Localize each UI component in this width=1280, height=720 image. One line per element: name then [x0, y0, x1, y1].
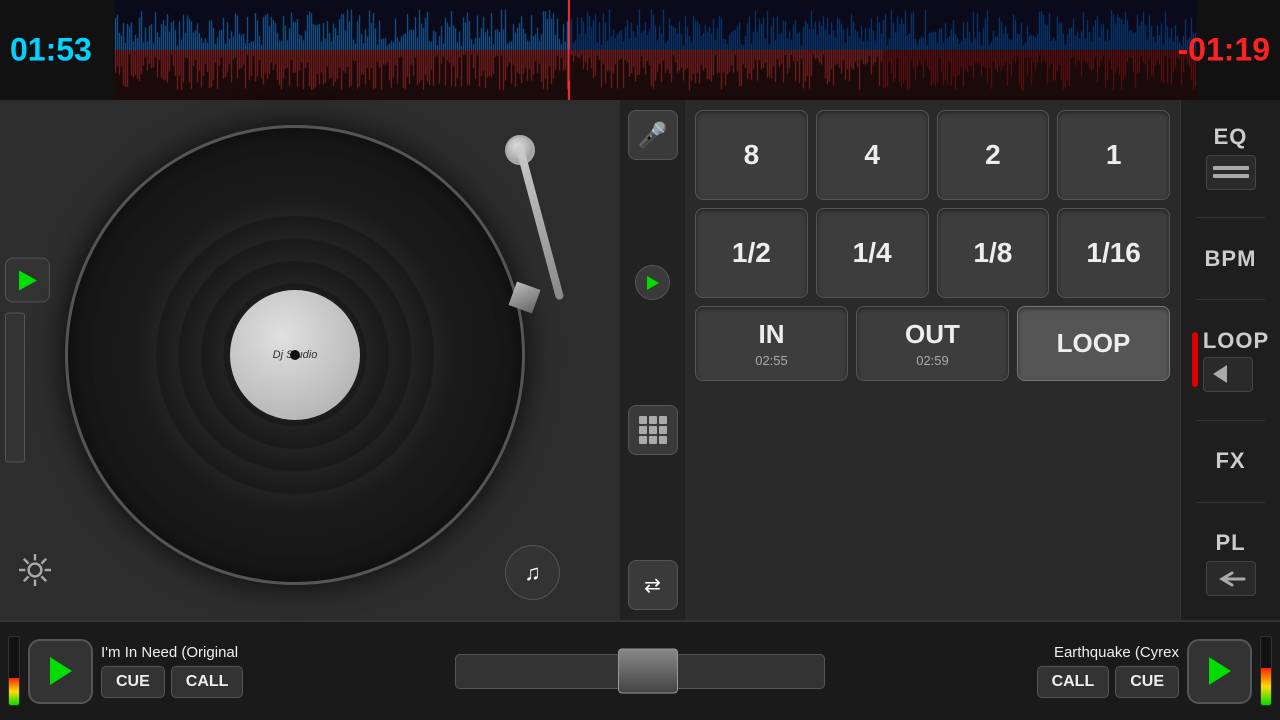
- grid-icon: [639, 416, 667, 444]
- play-icon-right: [1209, 657, 1231, 685]
- divider-4: [1196, 502, 1265, 503]
- right-cue-button[interactable]: CUE: [1115, 666, 1179, 698]
- loop-out-button[interactable]: OUT 02:59: [856, 306, 1009, 381]
- loop-icon: [1203, 357, 1253, 392]
- vinyl-center-hole: [290, 350, 300, 360]
- sidebar-item-loop[interactable]: LOOP: [1186, 328, 1276, 392]
- vu-meter-left: [8, 636, 20, 706]
- eq-icon: [1206, 155, 1256, 190]
- turntable-container: Dj Studio: [20, 110, 570, 600]
- loop-toggle-button[interactable]: LOOP: [1017, 306, 1170, 381]
- main-area: Dj Studio: [0, 100, 1280, 620]
- deck-info-left: I'm In Need (Original CUE CALL: [101, 644, 243, 698]
- loop-row-1: 8 4 2 1: [695, 110, 1170, 200]
- left-deck: I'm In Need (Original CUE CALL: [0, 636, 251, 706]
- pad-8[interactable]: 8: [695, 110, 808, 200]
- deck-info-right: Earthquake (Cyrex CALL CUE: [1037, 644, 1179, 698]
- left-track-title: I'm In Need (Original: [101, 644, 243, 661]
- mic-button[interactable]: 🎤: [628, 110, 678, 160]
- settings-button[interactable]: [15, 550, 65, 600]
- crossfader-section: [251, 654, 1028, 689]
- left-deck-buttons: CUE CALL: [101, 666, 243, 698]
- play-center-icon: [647, 276, 659, 290]
- tonearm-arm: [515, 144, 564, 301]
- pad-1[interactable]: 1: [1057, 110, 1170, 200]
- loop-action-row: IN 02:55 OUT 02:59 LOOP: [695, 306, 1170, 381]
- sidebar-item-eq[interactable]: EQ: [1186, 124, 1276, 190]
- right-track-title: Earthquake (Cyrex: [1054, 644, 1179, 661]
- crossfader-thumb[interactable]: [618, 649, 678, 694]
- sidebar-item-fx[interactable]: FX: [1186, 448, 1276, 474]
- divider-2: [1196, 299, 1265, 300]
- sidebar-item-pl[interactable]: PL: [1186, 530, 1276, 596]
- left-cue-button[interactable]: CUE: [101, 666, 165, 698]
- mic-icon: 🎤: [638, 121, 668, 150]
- fx-label: FX: [1215, 448, 1245, 474]
- waveform-canvas[interactable]: [115, 0, 1197, 100]
- pad-sixteenth[interactable]: 1/16: [1057, 208, 1170, 298]
- pad-quarter[interactable]: 1/4: [816, 208, 929, 298]
- divider-1: [1196, 217, 1265, 218]
- pad-4[interactable]: 4: [816, 110, 929, 200]
- pad-half[interactable]: 1/2: [695, 208, 808, 298]
- turntable-section: Dj Studio: [0, 100, 620, 620]
- pad-2[interactable]: 2: [937, 110, 1050, 200]
- shuffle-icon: ⇄: [644, 573, 661, 598]
- right-deck: Earthquake (Cyrex CALL CUE: [1029, 636, 1280, 706]
- right-call-button[interactable]: CALL: [1037, 666, 1110, 698]
- loop-section: 8 4 2 1 1/2 1/4 1/8 1/16 IN 02:55 OUT 02…: [685, 100, 1180, 620]
- bottom-bar: I'm In Need (Original CUE CALL Earthquak…: [0, 620, 1280, 720]
- tonearm: [390, 130, 540, 330]
- bpm-label: BPM: [1205, 246, 1257, 272]
- time-right: -01:19: [1178, 32, 1271, 69]
- tonearm-head: [508, 281, 540, 313]
- time-left: 01:53: [10, 32, 92, 69]
- loop-label: LOOP: [1203, 328, 1269, 353]
- play-icon-left: [50, 657, 72, 685]
- sidebar-item-bpm[interactable]: BPM: [1186, 246, 1276, 272]
- vu-fill-right: [1261, 668, 1271, 705]
- loop-row-2: 1/2 1/4 1/8 1/16: [695, 208, 1170, 298]
- divider-3: [1196, 420, 1265, 421]
- center-strip: 🎤 ⇄: [620, 100, 685, 620]
- left-call-button[interactable]: CALL: [171, 666, 244, 698]
- grid-button[interactable]: [628, 405, 678, 455]
- loop-active-indicator: [1192, 332, 1198, 387]
- back-icon: [1206, 561, 1256, 596]
- pad-eighth[interactable]: 1/8: [937, 208, 1050, 298]
- right-deck-buttons: CALL CUE: [1037, 666, 1179, 698]
- vu-fill-left: [9, 678, 19, 705]
- deck-play-right[interactable]: [1187, 639, 1252, 704]
- play-button-center[interactable]: [635, 265, 670, 300]
- crossfader-track[interactable]: [455, 654, 825, 689]
- eq-label: EQ: [1214, 124, 1248, 150]
- loop-in-button[interactable]: IN 02:55: [695, 306, 848, 381]
- waveform-area: 01:53 -01:19: [0, 0, 1280, 100]
- right-sidebar: EQ BPM LOOP: [1180, 100, 1280, 620]
- vu-meter-right: [1260, 636, 1272, 706]
- pl-label: PL: [1215, 530, 1245, 556]
- music-add-button[interactable]: ♫: [505, 545, 560, 600]
- shuffle-button[interactable]: ⇄: [628, 560, 678, 610]
- deck-play-left[interactable]: [28, 639, 93, 704]
